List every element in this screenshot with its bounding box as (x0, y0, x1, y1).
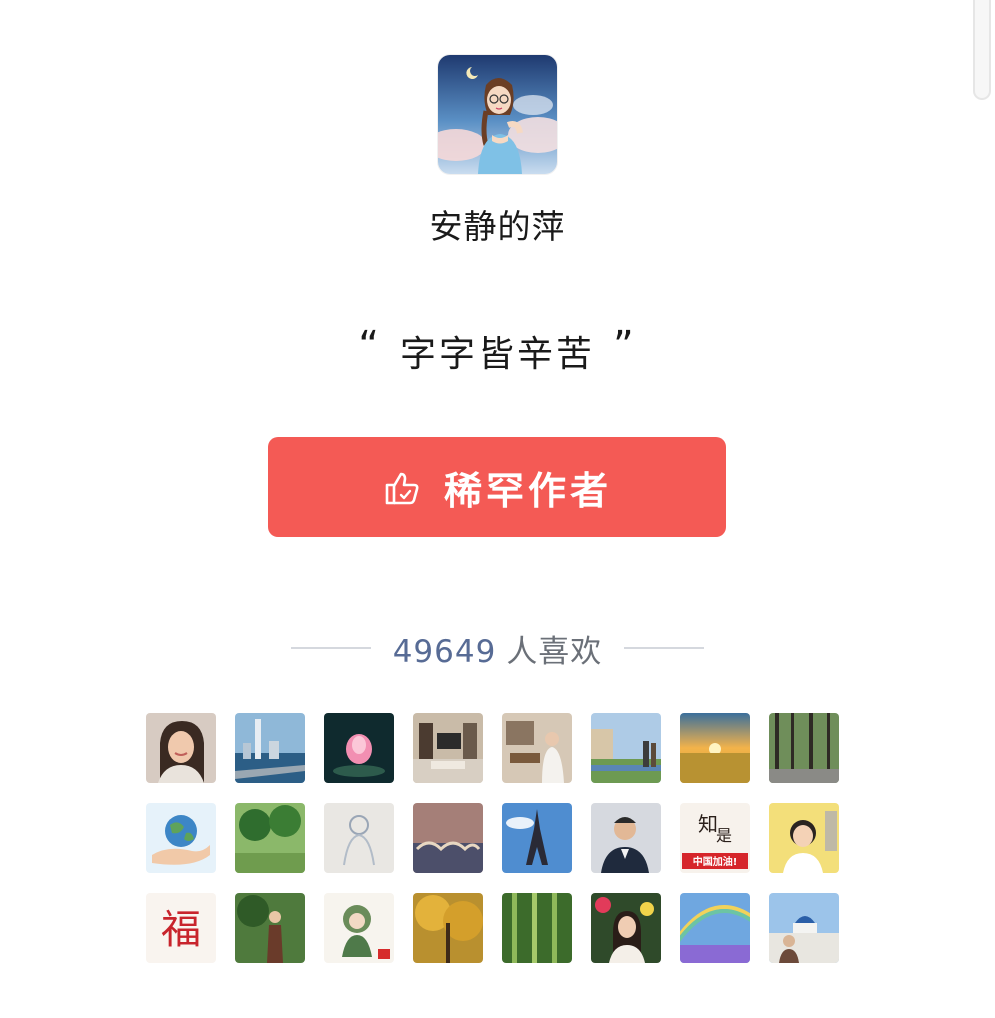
svg-text:知: 知 (698, 812, 718, 836)
liker-avatar[interactable] (146, 803, 216, 873)
liker-avatar[interactable] (769, 713, 839, 783)
avatar-pink-lotus-image (324, 713, 394, 783)
avatar-man-suit-image (591, 803, 661, 873)
liker-avatar-grid: 知 是 中国加油! 福 (146, 713, 846, 963)
liker-avatar[interactable] (324, 893, 394, 963)
liker-avatar[interactable] (413, 893, 483, 963)
liker-avatar[interactable] (502, 893, 572, 963)
author-avatar[interactable] (438, 55, 557, 174)
liker-avatar[interactable]: 福 (146, 893, 216, 963)
likes-summary: 49649 人喜欢 (0, 626, 995, 671)
liker-avatar[interactable] (591, 893, 661, 963)
avatar-sunset-field-image (680, 713, 750, 783)
likes-text[interactable]: 49649 人喜欢 (393, 626, 603, 671)
liker-avatar[interactable] (235, 713, 305, 783)
liker-avatar[interactable] (413, 713, 483, 783)
liker-avatar[interactable] (769, 893, 839, 963)
avatar-santorini-image (769, 893, 839, 963)
liker-avatar[interactable] (413, 803, 483, 873)
avatar-living-room-image (413, 713, 483, 783)
avatar-woman-portrait-image (146, 713, 216, 783)
quote-open-mark: “ (358, 323, 382, 369)
avatar-person-indoor-image (502, 713, 572, 783)
avatar-earth-in-hand-image (146, 803, 216, 873)
avatar-night-bridge-image (413, 803, 483, 873)
reward-author-label: 稀罕作者 (443, 468, 612, 513)
quote-text: 字字皆辛苦 (399, 334, 595, 375)
avatar-green-trees-image (235, 803, 305, 873)
china-jiayou-text: 中国加油! (693, 855, 738, 868)
liker-avatar[interactable] (235, 893, 305, 963)
avatar-fu-calligraphy-image: 福 (146, 893, 216, 963)
avatar-china-jiayou-image: 知 是 中国加油! (680, 803, 750, 873)
quote: “ 字字皆辛苦 ” (0, 323, 995, 377)
fu-character: 福 (161, 907, 201, 953)
liker-avatar[interactable] (502, 803, 572, 873)
liker-avatar[interactable] (680, 713, 750, 783)
avatar-child-photo-image (769, 803, 839, 873)
quote-close-mark: ” (613, 323, 637, 369)
liker-avatar[interactable] (769, 803, 839, 873)
avatar-white-sketch-image (324, 803, 394, 873)
author-avatar-illustration (438, 55, 557, 174)
svg-text:是: 是 (716, 826, 732, 845)
liker-avatar[interactable] (324, 803, 394, 873)
liker-avatar[interactable] (680, 893, 750, 963)
avatar-city-seaside-image (235, 713, 305, 783)
liker-avatar[interactable] (235, 803, 305, 873)
author-name: 安静的萍 (429, 207, 566, 246)
divider-left (290, 647, 371, 649)
liker-avatar[interactable] (502, 713, 572, 783)
avatar-bamboo-forest-image (502, 893, 572, 963)
liker-avatar[interactable] (591, 713, 661, 783)
avatar-garden-person-image (235, 893, 305, 963)
avatar-riverside-people-image (591, 713, 661, 783)
scroll-indicator[interactable] (973, 0, 991, 100)
avatar-rainbow-field-image (680, 893, 750, 963)
thumbs-up-icon (382, 467, 422, 507)
likes-unit: 人喜欢 (506, 633, 603, 670)
liker-avatar[interactable] (591, 803, 661, 873)
avatar-ginkgo-tree-image (413, 893, 483, 963)
avatar-opera-figure-image (324, 893, 394, 963)
divider-right (624, 647, 705, 649)
liker-avatar[interactable] (146, 713, 216, 783)
avatar-forest-trees-image (769, 713, 839, 783)
liker-avatar[interactable]: 知 是 中国加油! (680, 803, 750, 873)
likes-count: 49649 (392, 633, 497, 670)
liker-avatar[interactable] (324, 713, 394, 783)
avatar-eiffel-tower-image (502, 803, 572, 873)
reward-author-button[interactable]: 稀罕作者 (268, 437, 726, 537)
avatar-woman-flowers-image (591, 893, 661, 963)
